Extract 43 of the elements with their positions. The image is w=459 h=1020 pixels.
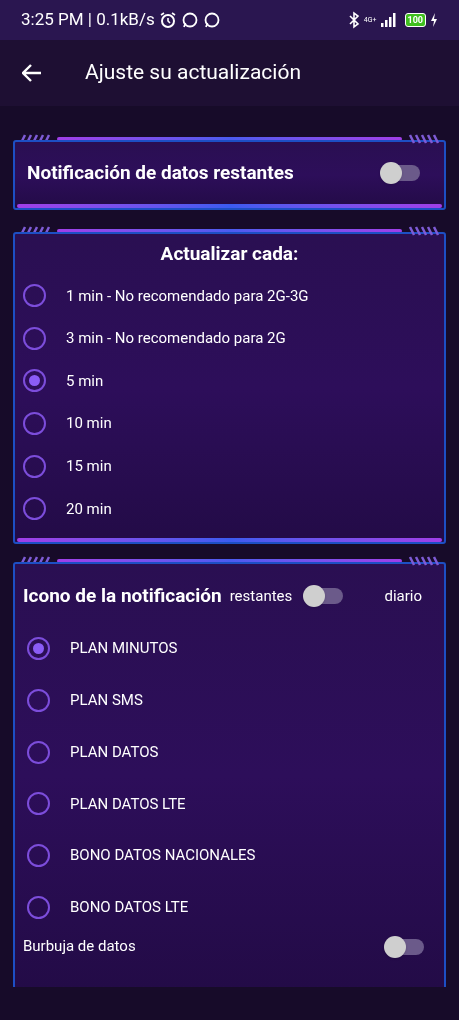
- radio-button[interactable]: [27, 844, 50, 868]
- option-label[interactable]: BONO DATOS LTE: [70, 896, 189, 919]
- toggle-right-label: diario: [384, 586, 422, 608]
- radio-button[interactable]: [27, 636, 50, 660]
- radio-button[interactable]: [23, 369, 46, 393]
- radio-button[interactable]: [23, 412, 46, 436]
- radio-button[interactable]: [23, 284, 46, 308]
- battery-icon: 100: [404, 13, 426, 27]
- signal-icon: [380, 13, 397, 27]
- option-label[interactable]: BONO DATOS NACIONALES: [70, 844, 256, 867]
- radio-button[interactable]: [27, 740, 50, 764]
- page-title: Ajuste su actualización: [85, 59, 301, 87]
- status-time: 3:25 PM | 0.1kB/s: [21, 8, 155, 32]
- chat-icon: [180, 11, 199, 29]
- bluetooth-icon: [347, 11, 360, 29]
- back-arrow-icon[interactable]: [22, 64, 42, 82]
- option-label[interactable]: 1 min - No recomendado para 2G-3G: [66, 284, 309, 308]
- setting-label: Burbuja de datos: [23, 936, 136, 958]
- alarm-icon: [158, 11, 177, 29]
- option-label[interactable]: 20 min: [66, 497, 112, 520]
- option-label[interactable]: PLAN MINUTOS: [70, 637, 178, 660]
- option-label[interactable]: 5 min: [66, 369, 104, 393]
- notification-toggle[interactable]: [380, 162, 420, 184]
- radio-button[interactable]: [27, 688, 50, 712]
- mode-toggle[interactable]: [303, 585, 344, 608]
- setting-label: Notificación de datos restantes: [27, 159, 294, 186]
- option-label[interactable]: 10 min: [66, 412, 112, 435]
- option-label[interactable]: PLAN DATOS LTE: [70, 792, 186, 816]
- bubble-toggle[interactable]: [384, 935, 424, 958]
- option-label[interactable]: 3 min - No recomendado para 2G: [66, 327, 286, 350]
- radio-button[interactable]: [27, 792, 50, 816]
- toggle-left-label: restantes: [229, 586, 293, 608]
- section-title: Actualizar cada:: [160, 241, 299, 267]
- section-title: Icono de la notificación: [23, 583, 222, 610]
- radio-button[interactable]: [23, 454, 46, 478]
- radio-button[interactable]: [23, 326, 46, 350]
- option-label[interactable]: PLAN SMS: [70, 689, 143, 712]
- charging-icon: [430, 13, 438, 27]
- chat-icon: [202, 11, 221, 29]
- option-label[interactable]: PLAN DATOS: [70, 740, 159, 764]
- radio-button[interactable]: [27, 895, 50, 919]
- option-label[interactable]: 15 min: [66, 454, 112, 478]
- radio-button[interactable]: [23, 497, 46, 521]
